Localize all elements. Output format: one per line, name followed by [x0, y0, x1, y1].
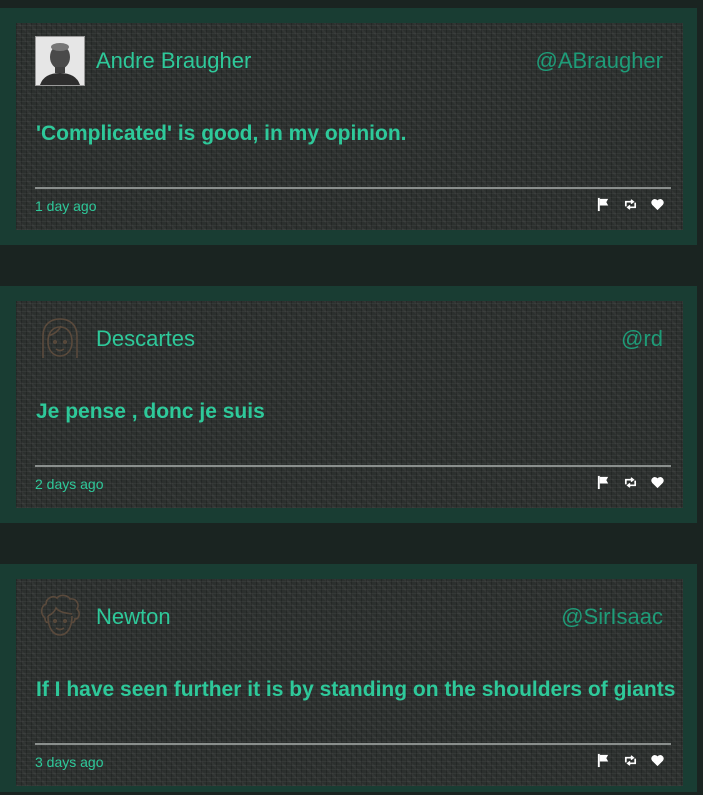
timestamp: 1 day ago — [35, 198, 97, 214]
avatar[interactable] — [35, 592, 85, 642]
flag-icon[interactable] — [596, 197, 611, 212]
flag-icon[interactable] — [596, 475, 611, 490]
female-face-icon — [42, 318, 78, 358]
heart-icon[interactable] — [650, 197, 665, 212]
tweet-card: Newton @SirIsaac If I have seen further … — [0, 564, 697, 792]
tweet-card-body: Descartes @rd Je pense , donc je suis 2 … — [16, 301, 683, 508]
divider — [35, 187, 671, 189]
tweet-text: If I have seen further it is by standing… — [36, 678, 676, 701]
tweet-text: Je pense , donc je suis — [36, 400, 265, 423]
author-name[interactable]: Descartes — [96, 325, 195, 353]
tweet-feed: Andre Braugher @ABraugher 'Complicated' … — [0, 0, 703, 795]
tweet-text: 'Complicated' is good, in my opinion. — [36, 122, 407, 145]
avatar[interactable] — [35, 314, 85, 364]
author-handle[interactable]: @ABraugher — [535, 47, 663, 75]
timestamp: 3 days ago — [35, 754, 104, 770]
divider — [35, 465, 671, 467]
heart-icon[interactable] — [650, 753, 665, 768]
tweet-card-body: Andre Braugher @ABraugher 'Complicated' … — [16, 23, 683, 230]
author-name[interactable]: Andre Braugher — [96, 47, 251, 75]
author-handle[interactable]: @rd — [621, 325, 663, 353]
author-handle[interactable]: @SirIsaac — [561, 603, 663, 631]
tweet-card: Descartes @rd Je pense , donc je suis 2 … — [0, 286, 697, 523]
retweet-icon[interactable] — [623, 197, 638, 212]
avatar[interactable] — [35, 36, 85, 86]
timestamp: 2 days ago — [35, 476, 104, 492]
heart-icon[interactable] — [650, 475, 665, 490]
tweet-actions — [596, 753, 665, 768]
person-photo-icon — [36, 37, 84, 85]
divider — [35, 743, 671, 745]
tweet-card-body: Newton @SirIsaac If I have seen further … — [16, 579, 683, 786]
retweet-icon[interactable] — [623, 753, 638, 768]
flag-icon[interactable] — [596, 753, 611, 768]
retweet-icon[interactable] — [623, 475, 638, 490]
author-name[interactable]: Newton — [96, 603, 171, 631]
tweet-actions — [596, 475, 665, 490]
tweet-card: Andre Braugher @ABraugher 'Complicated' … — [0, 8, 697, 245]
curly-hair-face-icon — [40, 594, 80, 636]
tweet-actions — [596, 197, 665, 212]
